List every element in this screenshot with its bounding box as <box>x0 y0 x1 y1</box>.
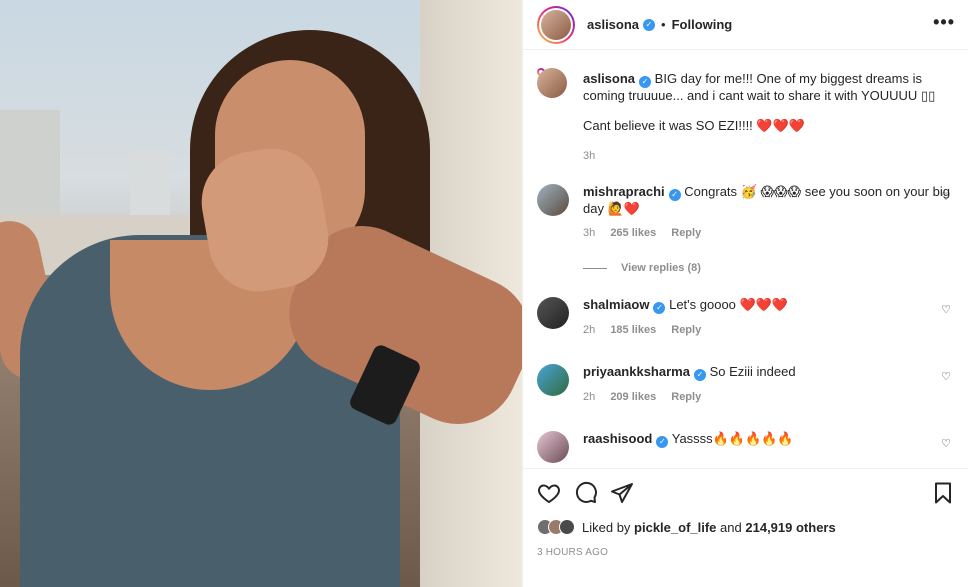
verified-icon: ✓ <box>668 189 681 201</box>
avatar[interactable] <box>537 297 569 329</box>
comment-username[interactable]: mishraprachi <box>583 184 665 199</box>
avatar[interactable] <box>537 184 569 216</box>
likes-count[interactable]: 214,919 others <box>745 520 835 535</box>
comment-time: 3h <box>583 227 596 239</box>
caption-username[interactable]: aslisona <box>583 71 635 86</box>
comment-icon[interactable] <box>574 481 598 505</box>
caption: aslisona ✓ BIG day for me!!! One of my bi… <box>537 68 957 168</box>
comment-likes[interactable]: 185 likes <box>610 324 656 336</box>
header-username[interactable]: aslisona <box>587 17 639 32</box>
caption-text-2: Cant believe it was SO EZI!!!! <box>583 118 753 133</box>
heart-icon[interactable]: ♡ <box>941 437 951 450</box>
comments-list[interactable]: aslisona ✓ BIG day for me!!! One of my bi… <box>523 51 968 467</box>
comment-username[interactable]: raashisood <box>583 431 652 446</box>
comment-likes[interactable]: 265 likes <box>610 227 656 239</box>
comment-username[interactable]: shalmiaow <box>583 297 649 312</box>
reply-button[interactable]: Reply <box>671 324 701 336</box>
verified-icon: ✓ <box>693 369 706 381</box>
comment-body: raashisood ✓ Yassss🔥🔥🔥🔥🔥 <box>583 431 953 448</box>
bookmark-icon[interactable] <box>931 481 955 505</box>
comment-body: mishraprachi ✓ Congrats 🥳 😱😱😱 see you soo… <box>583 184 953 241</box>
heart-icon[interactable]: ♡ <box>941 303 951 316</box>
background-building <box>0 110 60 220</box>
and-label: and <box>720 519 742 535</box>
heart-icon[interactable] <box>537 481 561 505</box>
post-photo[interactable] <box>0 0 522 587</box>
liked-by-user[interactable]: pickle_of_life <box>634 520 716 535</box>
comment-body: priyaankksharma ✓ So Eziii indeed 2h 209 … <box>583 364 953 405</box>
view-replies-button[interactable]: View replies (8) <box>583 262 701 274</box>
comment-time: 2h <box>583 324 596 336</box>
comment-item: mishraprachi ✓ Congrats 🥳 😱😱😱 see you soo… <box>537 184 957 274</box>
likes-summary: Liked by pickle_of_life and 214,919 othe… <box>537 519 836 535</box>
heart-icon[interactable]: ♡ <box>941 190 951 203</box>
caption-emoji-boxes: ▯▯ <box>920 88 936 103</box>
comment-item: raashisood ✓ Yassss🔥🔥🔥🔥🔥 ♡ <box>537 431 957 467</box>
reply-button[interactable]: Reply <box>671 391 701 403</box>
liked-by-label: Liked by <box>582 519 631 535</box>
post-header: aslisona ✓ • Following ••• <box>523 0 968 50</box>
comment-body: shalmiaow ✓ Let's goooo ❤️❤️❤️ 2h 185 lik… <box>583 297 953 338</box>
caption-time: 3h <box>583 150 596 162</box>
caption-hearts: ❤️❤️❤️ <box>756 118 805 133</box>
avatar[interactable] <box>541 9 571 40</box>
avatar[interactable] <box>537 431 569 463</box>
reply-button[interactable]: Reply <box>671 227 701 239</box>
more-icon[interactable]: ••• <box>933 12 955 33</box>
verified-icon: ✓ <box>639 76 652 88</box>
caption-body: aslisona ✓ BIG day for me!!! One of my bi… <box>583 71 953 164</box>
background-building <box>130 150 170 220</box>
verified-icon: ✓ <box>653 302 666 314</box>
comment-text: So Eziii indeed <box>709 364 796 379</box>
comment-time: 2h <box>583 391 596 403</box>
share-icon[interactable] <box>610 481 634 505</box>
story-ring[interactable] <box>537 5 575 44</box>
post-sidebar: aslisona ✓ • Following ••• aslisona ✓ BIG… <box>522 0 968 587</box>
comment-text: Let's goooo ❤️❤️❤️ <box>669 297 789 312</box>
story-ring[interactable] <box>537 68 567 98</box>
post-actions: Liked by pickle_of_life and 214,919 othe… <box>523 468 968 587</box>
comment-text: Yassss🔥🔥🔥🔥🔥 <box>671 431 794 446</box>
likes-text: Liked by pickle_of_life and 214,919 othe… <box>582 520 836 535</box>
verified-icon: ✓ <box>643 18 656 31</box>
avatar[interactable] <box>537 68 567 98</box>
avatar[interactable] <box>537 364 569 396</box>
verified-icon: ✓ <box>656 436 669 448</box>
following-button[interactable]: Following <box>672 17 733 32</box>
comment-likes[interactable]: 209 likes <box>610 391 656 403</box>
comment-item: priyaankksharma ✓ So Eziii indeed 2h 209 … <box>537 364 957 414</box>
comment-item: shalmiaow ✓ Let's goooo ❤️❤️❤️ 2h 185 lik… <box>537 297 957 347</box>
separator-dot: • <box>661 17 666 32</box>
comment-username[interactable]: priyaankksharma <box>583 364 690 379</box>
post-timestamp[interactable]: 3 HOURS AGO <box>537 547 608 558</box>
liker-avatar[interactable] <box>559 519 575 535</box>
heart-icon[interactable]: ♡ <box>941 370 951 383</box>
